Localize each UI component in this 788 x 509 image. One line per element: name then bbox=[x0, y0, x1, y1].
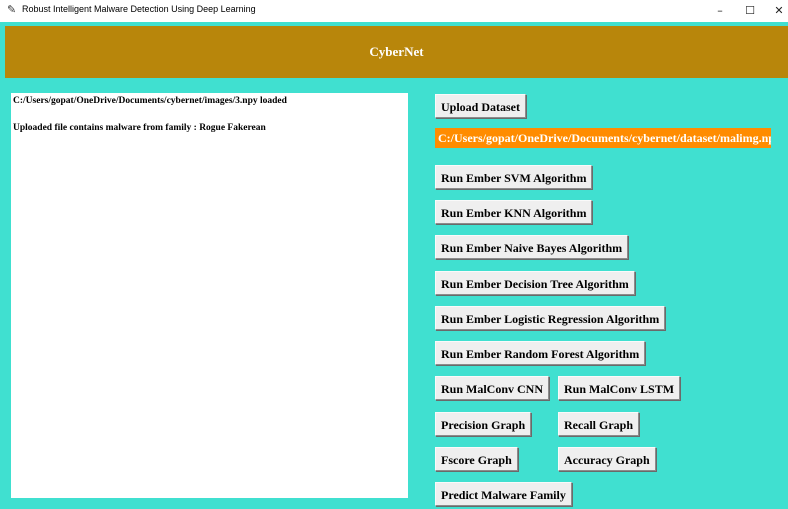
run-malconv-lstm-button[interactable]: Run MalConv LSTM bbox=[558, 376, 681, 400]
run-malconv-cnn-button[interactable]: Run MalConv CNN bbox=[435, 376, 550, 400]
run-logistic-regression-button[interactable]: Run Ember Logistic Regression Algorithm bbox=[435, 306, 666, 330]
title-bar: ✎ Robust Intelligent Malware Detection U… bbox=[0, 0, 788, 22]
precision-graph-button[interactable]: Precision Graph bbox=[435, 412, 532, 436]
fscore-graph-button[interactable]: Fscore Graph bbox=[435, 447, 518, 471]
run-decision-tree-button[interactable]: Run Ember Decision Tree Algorithm bbox=[435, 271, 635, 295]
dataset-path-label: C:/Users/gopat/OneDrive/Documents/cybern… bbox=[435, 128, 771, 148]
output-line-loaded: C:/Users/gopat/OneDrive/Documents/cybern… bbox=[13, 96, 287, 106]
close-button[interactable]: ✕ bbox=[765, 0, 788, 22]
run-naive-bayes-button[interactable]: Run Ember Naive Bayes Algorithm bbox=[435, 235, 629, 259]
maximize-button[interactable]: ☐ bbox=[736, 0, 764, 22]
minimize-button[interactable]: – bbox=[706, 0, 734, 22]
run-svm-button[interactable]: Run Ember SVM Algorithm bbox=[435, 165, 593, 189]
upload-dataset-button[interactable]: Upload Dataset bbox=[435, 94, 527, 118]
output-text-area[interactable]: C:/Users/gopat/OneDrive/Documents/cybern… bbox=[11, 93, 408, 498]
run-random-forest-button[interactable]: Run Ember Random Forest Algorithm bbox=[435, 341, 646, 365]
window-title: Robust Intelligent Malware Detection Usi… bbox=[22, 4, 256, 14]
feather-icon: ✎ bbox=[7, 3, 17, 16]
header-banner: CyberNet bbox=[5, 26, 788, 78]
recall-graph-button[interactable]: Recall Graph bbox=[558, 412, 639, 436]
predict-malware-family-button[interactable]: Predict Malware Family bbox=[435, 482, 572, 506]
app-title: CyberNet bbox=[369, 44, 424, 59]
accuracy-graph-button[interactable]: Accuracy Graph bbox=[558, 447, 656, 471]
output-line-result: Uploaded file contains malware from fami… bbox=[13, 123, 266, 133]
run-knn-button[interactable]: Run Ember KNN Algorithm bbox=[435, 200, 593, 224]
